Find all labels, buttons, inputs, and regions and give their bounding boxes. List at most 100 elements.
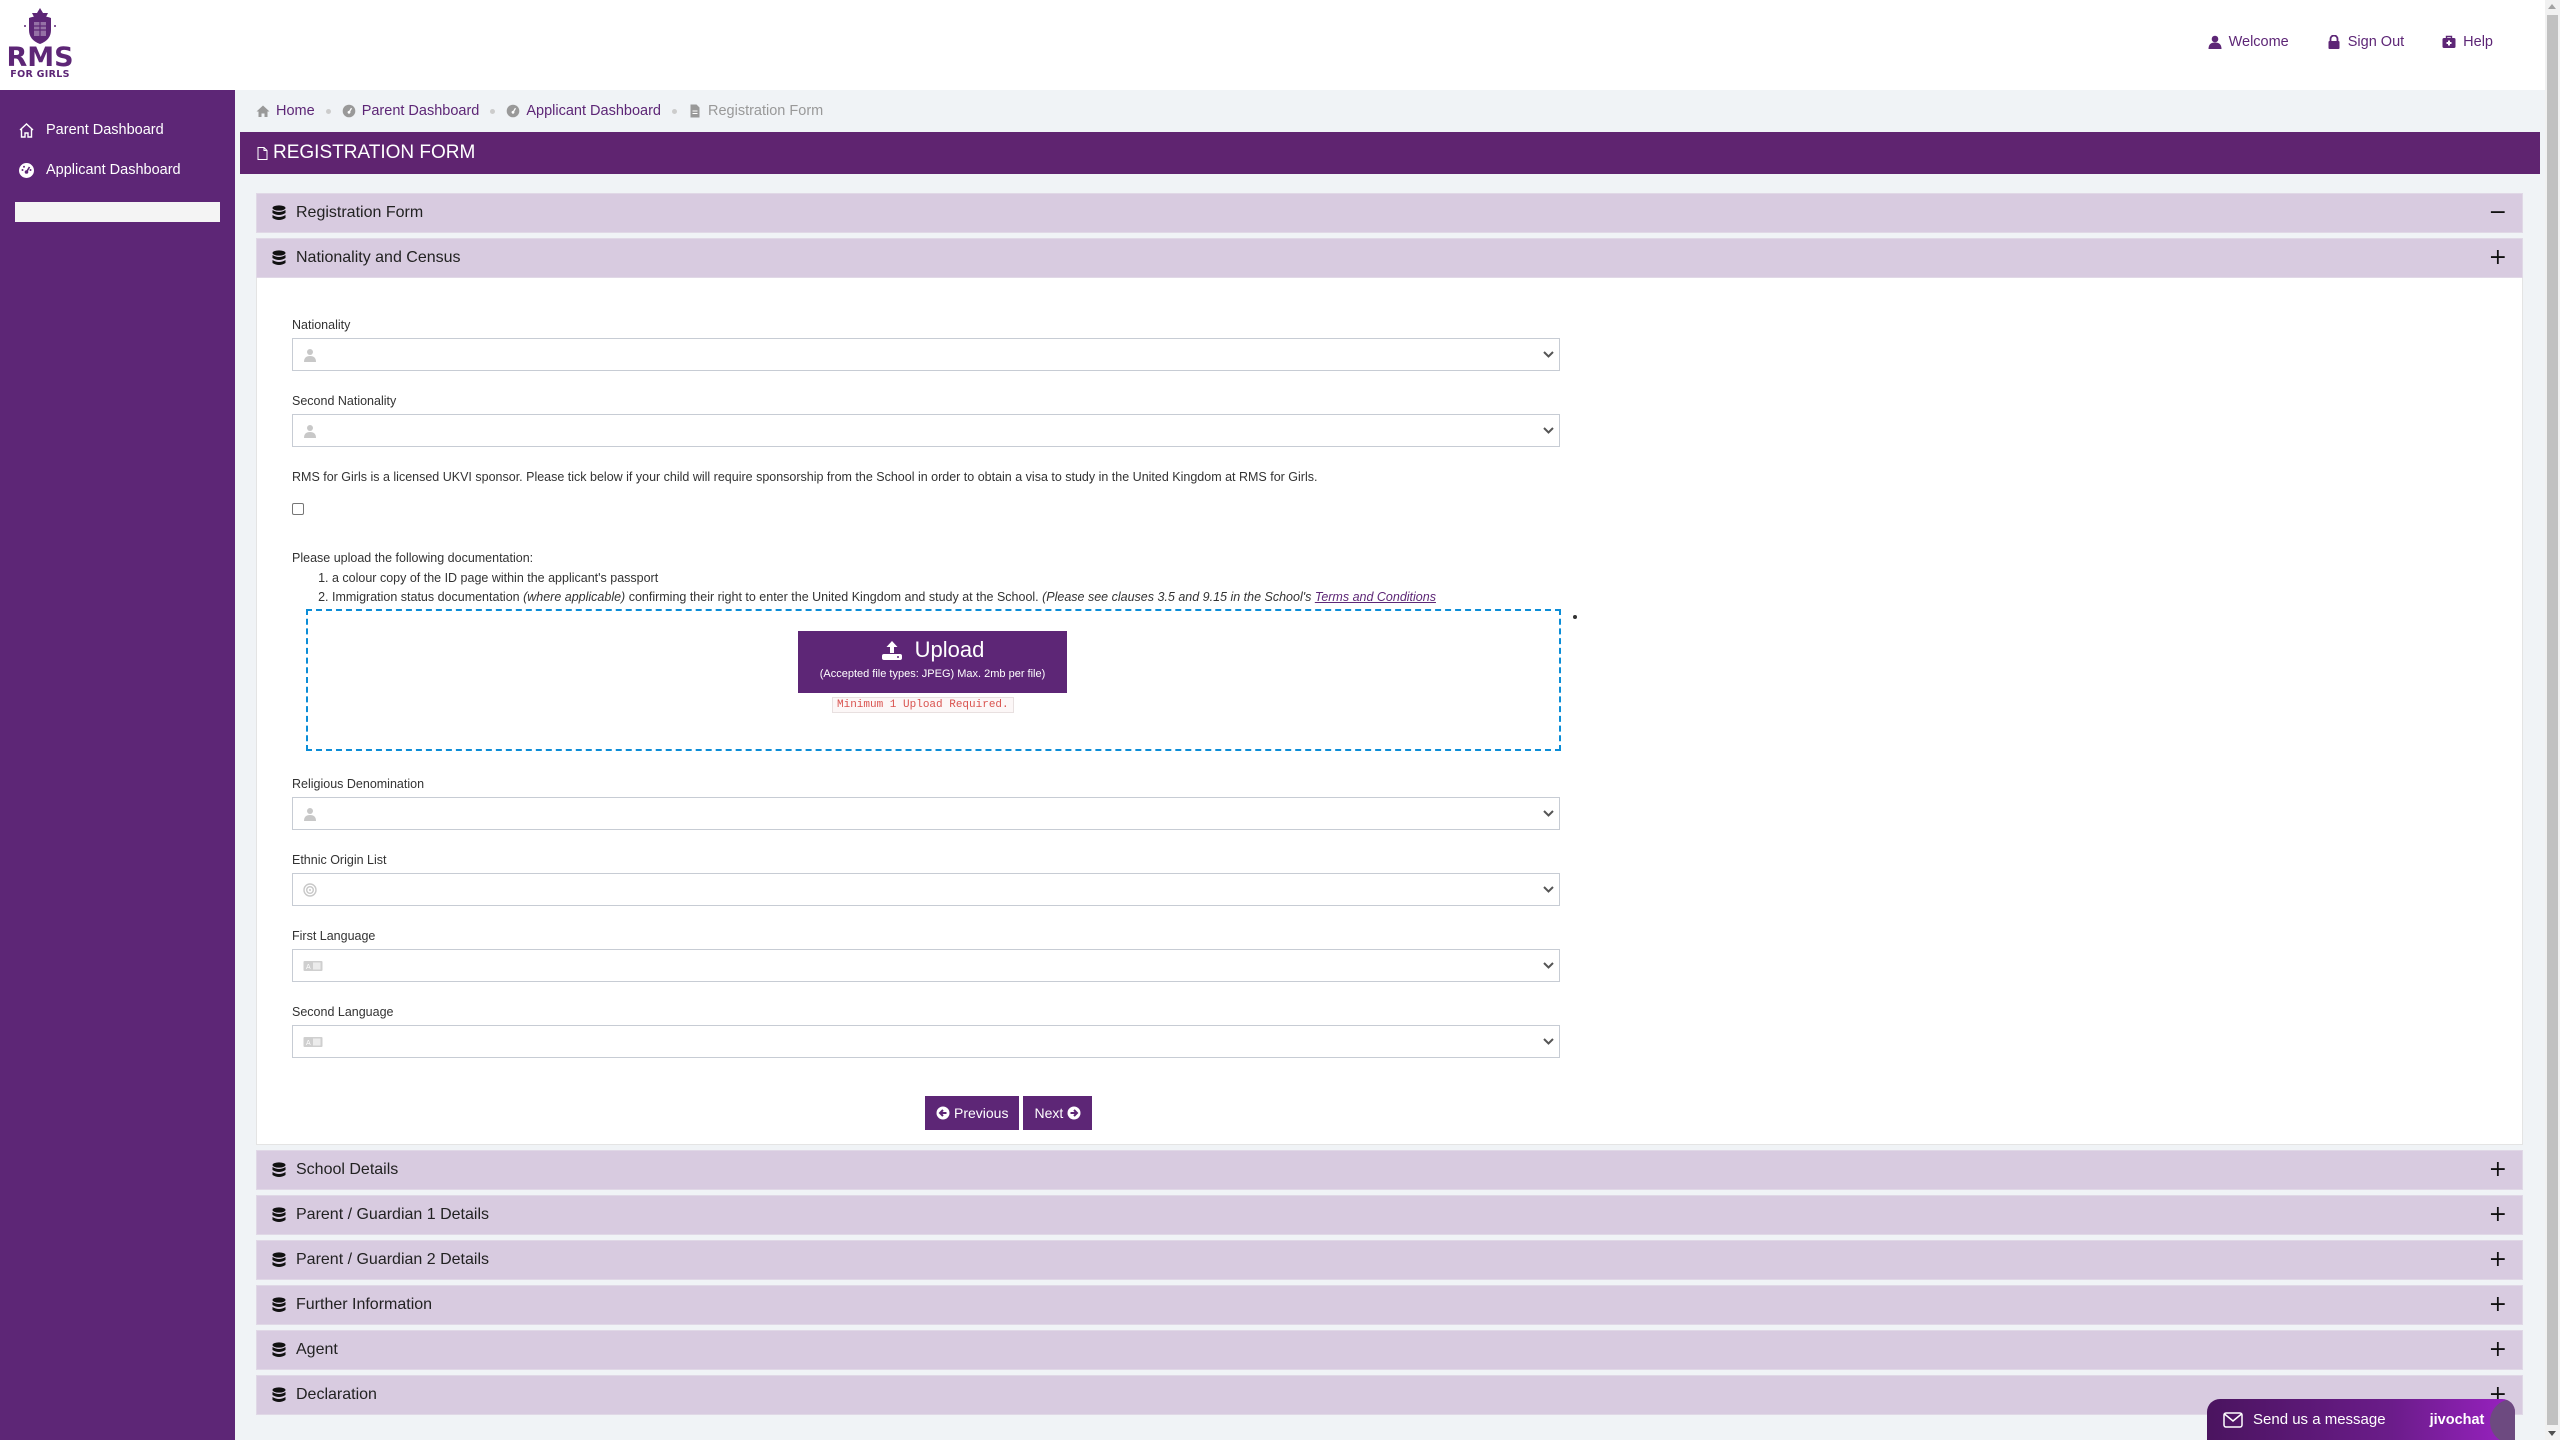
- top-nav: Welcome Sign Out Help: [2208, 34, 2493, 50]
- sign-out-label: Sign Out: [2347, 34, 2405, 50]
- main-content: Home Parent Dashboard Applicant Dashboar…: [235, 90, 2545, 1420]
- expand-icon[interactable]: +: [2489, 1294, 2507, 1316]
- page-title-bar: REGISTRATION FORM: [240, 132, 2540, 174]
- sign-out-link[interactable]: Sign Out: [2327, 34, 2404, 50]
- breadcrumb: Home Parent Dashboard Applicant Dashboar…: [235, 90, 2545, 132]
- breadcrumb-separator: [325, 108, 331, 114]
- upload-button[interactable]: Upload (Accepted file types: JPEG) Max. …: [798, 631, 1067, 693]
- section-parent-guardian-1[interactable]: Parent / Guardian 1 Details +: [256, 1195, 2523, 1235]
- sponsor-text: RMS for Girls is a licensed UKVI sponsor…: [292, 470, 1318, 484]
- section-title: School Details: [296, 1161, 399, 1178]
- ethnic-origin-select[interactable]: [292, 873, 1560, 906]
- dashboard-icon: [342, 104, 355, 118]
- second-nationality-label: Second Nationality: [292, 394, 397, 408]
- help-link[interactable]: Help: [2442, 34, 2493, 50]
- chat-brand: jivochat: [2429, 1411, 2485, 1428]
- docs-item-clauses: (Please see clauses 3.5 and 9.15 in the …: [1042, 590, 1315, 604]
- upload-dropzone[interactable]: Upload (Accepted file types: JPEG) Max. …: [306, 609, 1577, 751]
- svg-text:A: A: [306, 964, 311, 971]
- language-icon: A: [303, 961, 323, 971]
- dashboard-icon: [19, 162, 34, 178]
- second-nationality-select[interactable]: [292, 414, 1560, 447]
- arrow-circle-left-icon: [936, 1106, 950, 1120]
- scroll-thumb[interactable]: [2547, 15, 2558, 1425]
- database-icon: [272, 1342, 286, 1357]
- section-agent[interactable]: Agent +: [256, 1330, 2523, 1370]
- previous-label: Previous: [954, 1105, 1009, 1121]
- section-nationality-census[interactable]: Nationality and Census +: [256, 238, 2523, 278]
- envelope-icon: [2223, 1411, 2243, 1428]
- second-language-select[interactable]: A: [292, 1025, 1560, 1058]
- database-icon: [272, 1252, 286, 1267]
- section-declaration[interactable]: Declaration +: [256, 1375, 2523, 1415]
- religious-denomination-select[interactable]: [292, 797, 1560, 830]
- upload-label: Upload: [914, 637, 985, 662]
- chat-widget[interactable]: Send us a message jivochat: [2207, 1399, 2515, 1440]
- sidebar-search-input[interactable]: [15, 202, 220, 222]
- logo-text: RMS: [6, 42, 74, 73]
- docs-item: Immigration status documentation (where …: [332, 588, 2522, 607]
- scroll-down-arrow[interactable]: [2548, 1431, 2556, 1436]
- ethnic-origin-field: Ethnic Origin List: [292, 853, 1560, 906]
- sidebar-item-parent-dashboard[interactable]: Parent Dashboard: [0, 110, 235, 150]
- form-accordion: Registration Form − Nationality and Cens…: [256, 193, 2523, 1415]
- nationality-select[interactable]: [292, 338, 1560, 371]
- chat-avatar: [2490, 1399, 2515, 1440]
- school-logo[interactable]: RMS FOR GIRLS: [6, 6, 74, 84]
- chevron-down-icon: [1543, 962, 1554, 969]
- welcome-link[interactable]: Welcome: [2208, 34, 2289, 50]
- docs-item-note: (where applicable): [523, 590, 626, 604]
- scroll-up-arrow[interactable]: [2548, 4, 2556, 9]
- section-school-details[interactable]: School Details +: [256, 1150, 2523, 1190]
- docs-item-text: confirming their right to enter the Unit…: [625, 590, 1043, 604]
- expand-icon[interactable]: +: [2489, 1249, 2507, 1271]
- expand-icon[interactable]: +: [2489, 1159, 2507, 1181]
- sidebar-item-applicant-dashboard[interactable]: Applicant Dashboard: [0, 150, 235, 190]
- expand-icon[interactable]: +: [2489, 1339, 2507, 1361]
- section-title: Registration Form: [296, 204, 424, 221]
- lock-icon: [2328, 35, 2340, 49]
- bullseye-icon: [303, 883, 317, 897]
- religious-denomination-field: Religious Denomination: [292, 777, 1560, 830]
- page-title: REGISTRATION FORM: [273, 142, 476, 163]
- nationality-label: Nationality: [292, 318, 351, 332]
- second-nationality-field: Second Nationality: [292, 394, 1560, 447]
- section-title: Parent / Guardian 1 Details: [296, 1206, 489, 1223]
- chevron-down-icon: [1543, 810, 1554, 817]
- home-icon: [256, 105, 270, 117]
- top-header: RMS FOR GIRLS Welcome Sign Out Help: [0, 0, 2545, 90]
- section-title: Agent: [296, 1341, 338, 1358]
- database-icon: [272, 1387, 286, 1402]
- sidebar: Parent Dashboard Applicant Dashboard: [0, 90, 235, 1440]
- help-label: Help: [2463, 34, 2493, 50]
- nationality-field: Nationality: [292, 318, 1560, 371]
- section-registration-form[interactable]: Registration Form −: [256, 193, 2523, 233]
- first-language-label: First Language: [292, 929, 376, 943]
- expand-icon[interactable]: +: [2489, 1204, 2507, 1226]
- crest-icon: [24, 8, 56, 44]
- nationality-census-panel: Nationality Second Nationality RMS for G…: [256, 278, 2523, 1145]
- breadcrumb-separator: [490, 108, 496, 114]
- second-language-label: Second Language: [292, 1005, 394, 1019]
- arrow-circle-right-icon: [1067, 1106, 1081, 1120]
- first-language-select[interactable]: A: [292, 949, 1560, 982]
- next-label: Next: [1034, 1105, 1064, 1121]
- docs-list: a colour copy of the ID page within the …: [332, 569, 2522, 607]
- svg-text:A: A: [306, 1040, 311, 1047]
- section-parent-guardian-2[interactable]: Parent / Guardian 2 Details +: [256, 1240, 2523, 1280]
- breadcrumb-applicant-dashboard[interactable]: Applicant Dashboard: [506, 103, 661, 119]
- breadcrumb-home[interactable]: Home: [256, 103, 315, 119]
- terms-link[interactable]: Terms and Conditions: [1315, 590, 1436, 604]
- next-button[interactable]: Next: [1023, 1096, 1093, 1130]
- breadcrumb-parent-dashboard[interactable]: Parent Dashboard: [342, 103, 479, 119]
- page-scrollbar[interactable]: [2545, 0, 2560, 1440]
- collapse-icon[interactable]: −: [2489, 202, 2507, 224]
- section-further-information[interactable]: Further Information +: [256, 1285, 2523, 1325]
- breadcrumb-registration-form: Registration Form: [688, 103, 823, 119]
- breadcrumb-label: Home: [276, 103, 315, 119]
- previous-button[interactable]: Previous: [925, 1096, 1020, 1130]
- breadcrumb-label: Registration Form: [708, 103, 824, 119]
- expand-icon[interactable]: +: [2489, 247, 2507, 269]
- sponsorship-checkbox[interactable]: [292, 503, 304, 515]
- chevron-down-icon: [1543, 886, 1554, 893]
